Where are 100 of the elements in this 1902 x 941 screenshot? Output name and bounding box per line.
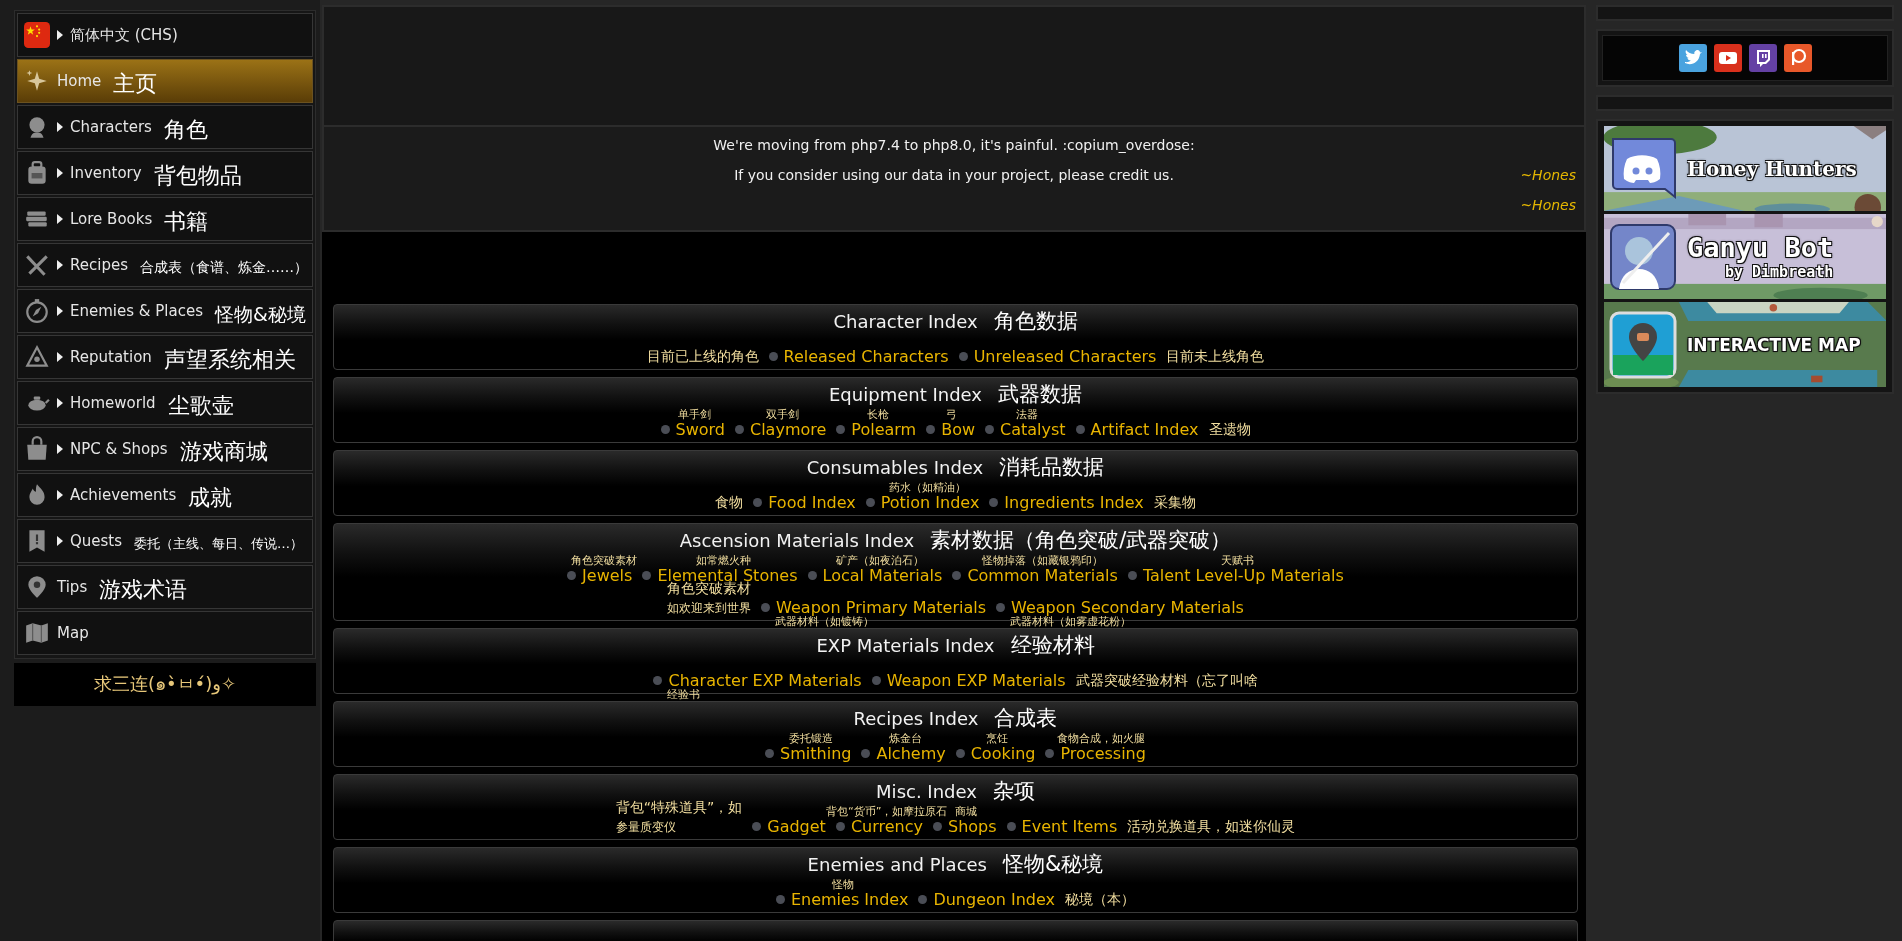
annotation-text: 秘境（本） — [1065, 891, 1136, 909]
bullet-icon — [642, 571, 652, 580]
bullet-icon — [807, 571, 817, 580]
annotation-text: 武器数据 — [998, 381, 1082, 407]
annotation-text: 弓 — [945, 409, 957, 421]
banner-link[interactable]: INTERACTIVE MAP — [1604, 302, 1886, 387]
annotation-text: 合成表（食谱、炼金……） — [140, 259, 308, 276]
index-link[interactable]: Cooking — [970, 744, 1036, 763]
sidebar-label: Inventory — [70, 164, 142, 182]
sidebar-item[interactable]: Map — [17, 611, 313, 655]
card-title: Recipes Index — [853, 707, 979, 731]
annotation-text: 委托锻造 — [788, 733, 833, 745]
bullet-icon — [768, 352, 778, 361]
index-link[interactable]: Unreleased Characters — [973, 347, 1157, 366]
sidebar-label: NPC & Shops — [70, 440, 168, 458]
index-link[interactable]: Event Items — [1021, 817, 1118, 836]
chat-icon[interactable] — [1748, 44, 1777, 72]
annotation-text: 背包物品 — [154, 163, 242, 190]
card-title: Character Index — [833, 310, 978, 334]
annotation-text: 活动兑换道具，如迷你仙灵 — [1127, 818, 1296, 836]
annotation-text: 药水（如精油） — [888, 482, 966, 494]
index-link[interactable]: Processing — [1060, 744, 1146, 763]
annotation-text: 武器材料（如镀铸） — [775, 616, 875, 628]
annotation-text: 怪物掉落（如藏银鸦印） — [981, 555, 1103, 567]
annotation-text: 法器 — [1015, 409, 1038, 421]
bullet-icon — [985, 425, 995, 434]
annotation-text: 合成表 — [994, 705, 1058, 731]
index-link[interactable]: Common Materials — [967, 566, 1118, 585]
bullet-icon — [752, 822, 762, 831]
index-link[interactable]: Dungeon Index — [933, 890, 1056, 909]
annotation-text: 角色 — [164, 117, 208, 144]
card-title: Misc. Index — [876, 780, 977, 804]
index-link[interactable]: Alchemy — [876, 744, 946, 763]
index-link[interactable]: Artifact Index — [1090, 420, 1199, 439]
index-link[interactable]: Jewels — [582, 566, 633, 585]
annotation-text: 杂项 — [992, 778, 1035, 804]
index-link[interactable]: Potion Index — [880, 493, 980, 512]
index-link[interactable]: Enemies Index — [790, 890, 909, 909]
index-link[interactable]: Polearm — [851, 420, 917, 439]
bird-icon[interactable] — [1678, 44, 1707, 72]
bullet-icon — [660, 425, 670, 434]
index-link[interactable]: Local Materials — [822, 566, 943, 585]
bullet-icon — [952, 571, 962, 580]
index-link[interactable]: Catalyst — [1000, 420, 1066, 439]
annotation-text: 角色突破素材 — [667, 580, 752, 598]
annotation-text: 主页 — [113, 71, 157, 98]
index-link[interactable]: Talent Level-Up Materials — [1142, 566, 1344, 585]
index-link[interactable]: Smithing — [780, 744, 852, 763]
annotation-text: 目前已上线的角色 — [646, 348, 759, 366]
annotation-text: 如欢迎来到世界 — [667, 600, 752, 617]
index-link[interactable]: Weapon Primary Materials — [776, 598, 987, 617]
bullet-icon — [996, 603, 1006, 612]
triangle-icon — [24, 344, 50, 370]
card-title: EXP Materials Index — [816, 634, 995, 658]
bullet-icon — [653, 676, 663, 685]
bullet-icon — [835, 822, 845, 831]
index-link[interactable]: Shops — [948, 817, 997, 836]
sidebar-label: Quests — [70, 532, 123, 550]
bullet-icon — [753, 498, 763, 507]
bullet-icon — [765, 749, 775, 758]
sidebar-label: Recipes — [70, 256, 128, 274]
index-link[interactable]: Claymore — [750, 420, 827, 439]
annotation-text: 参量质变仪 — [615, 819, 676, 836]
annotation-text: 角色数据 — [993, 308, 1078, 334]
annotation-text: 消耗品数据 — [999, 454, 1105, 480]
annotation-text: 武器材料（如雾虚花粉） — [1010, 616, 1132, 628]
bullet-icon — [989, 498, 999, 507]
annotation-text: 天赋书 — [1221, 555, 1255, 567]
index-link[interactable]: Currency — [850, 817, 923, 836]
index-link[interactable]: Ingredients Index — [1004, 493, 1144, 512]
banner-title: INTERACTIVE MAP — [1687, 334, 1861, 355]
index-link[interactable]: Released Characters — [783, 347, 949, 366]
index-link[interactable]: Character EXP Materials — [668, 671, 862, 690]
bullet-icon — [865, 498, 875, 507]
sidebar-label: Tips — [57, 578, 88, 596]
index-link[interactable]: Food Index — [768, 493, 856, 512]
annotation-text: 矿产（如夜泊石） — [836, 555, 925, 567]
bullet-icon — [567, 571, 577, 580]
index-link[interactable]: Weapon EXP Materials — [886, 671, 1066, 690]
bullet-icon — [761, 603, 771, 612]
index-link[interactable]: Weapon Secondary Materials — [1011, 598, 1244, 617]
annotation-text: 怪物 — [832, 879, 855, 891]
annotation-text: 如常燃火种 — [695, 555, 751, 567]
play-button-icon[interactable] — [1713, 44, 1742, 72]
annotation-text: 成就 — [188, 485, 232, 512]
shopping-bag-icon — [24, 436, 50, 462]
annotation-text: 双手剑 — [766, 409, 800, 421]
index-link[interactable]: Bow — [941, 420, 976, 439]
fork-knife-icon — [24, 252, 50, 278]
card-title: Equipment Index — [829, 383, 982, 407]
sidebar-label: Lore Books — [70, 210, 153, 228]
bullet-icon — [775, 895, 785, 904]
index-link[interactable]: Sword — [675, 420, 725, 439]
sidebar-item[interactable]: 简体中文 (CHS) — [17, 13, 313, 57]
annotation-text: 委托（主线、每日、传说…） — [134, 535, 303, 552]
annotation-text: 目前未上线角色 — [1166, 348, 1265, 366]
bullet-icon — [871, 676, 881, 685]
index-link[interactable]: Gadget — [767, 817, 826, 836]
sidebar-label: Enemies & Places — [70, 302, 203, 320]
compass-icon — [24, 298, 50, 324]
